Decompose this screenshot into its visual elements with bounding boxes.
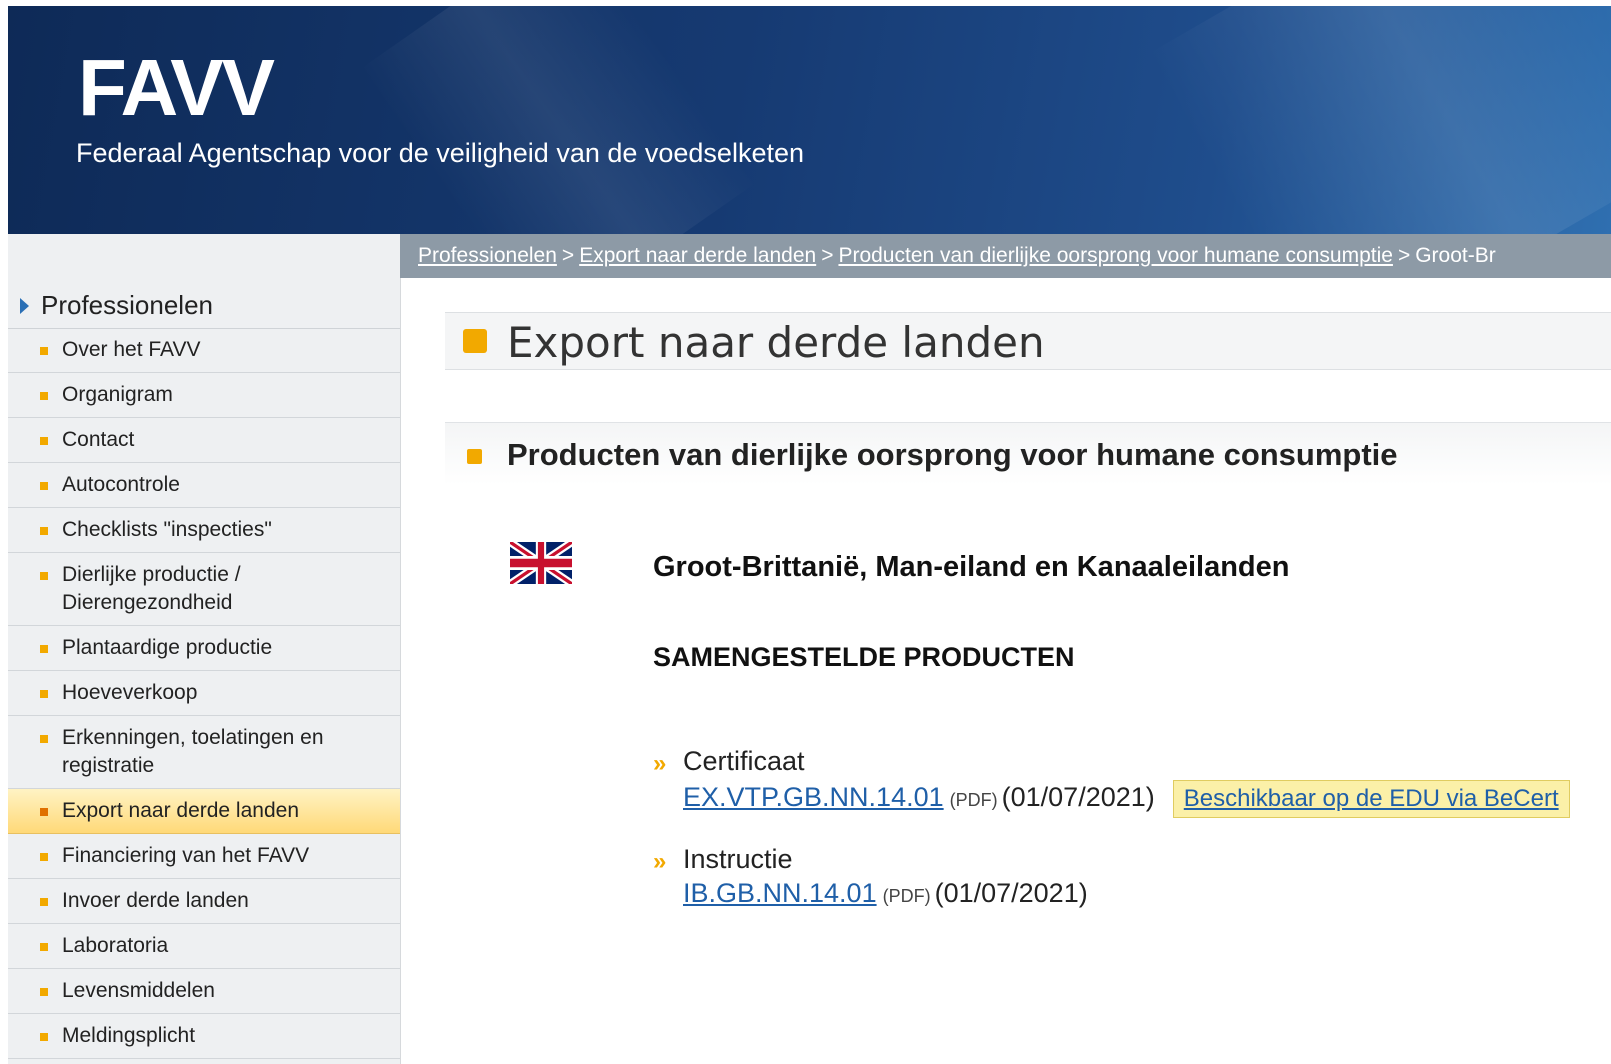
header-decoration bbox=[359, 6, 757, 234]
document-details: IB.GB.NN.14.01 (PDF) (01/07/2021) bbox=[683, 878, 1088, 909]
sidebar-item[interactable]: Erkenningen, toelatingen en registratie bbox=[8, 716, 400, 789]
square-bullet-icon bbox=[40, 1033, 48, 1041]
sidebar-item[interactable]: Over het FAVV bbox=[8, 328, 400, 373]
sidebar-heading[interactable]: Professionelen bbox=[8, 284, 400, 329]
page-title: Export naar derde landen bbox=[507, 318, 1045, 367]
sidebar: Professionelen Over het FAVV Organigram Co… bbox=[8, 234, 401, 1064]
square-bullet-icon bbox=[40, 347, 48, 355]
certificate-link[interactable]: EX.VTP.GB.NN.14.01 bbox=[683, 782, 944, 812]
page-title-bar: Export naar derde landen bbox=[445, 312, 1611, 370]
square-bullet-icon bbox=[40, 572, 48, 580]
square-bullet-icon bbox=[40, 943, 48, 951]
sidebar-item[interactable]: Contact bbox=[8, 418, 400, 463]
sidebar-item-label: Dierlijke productie / Dierengezondheid bbox=[62, 563, 241, 614]
country-heading: Groot-Brittanië, Man-eiland en Kanaaleil… bbox=[653, 551, 1290, 583]
breadcrumb-separator: > bbox=[821, 244, 834, 267]
sidebar-item[interactable]: Autocontrole bbox=[8, 463, 400, 508]
sidebar-item[interactable]: Hoeveverkoop bbox=[8, 671, 400, 716]
breadcrumb-link-professionelen[interactable]: Professionelen bbox=[418, 244, 557, 267]
breadcrumb-separator: > bbox=[561, 244, 575, 267]
square-bullet-icon bbox=[40, 690, 48, 698]
square-bullet-icon bbox=[40, 735, 48, 743]
double-chevron-icon: » bbox=[653, 848, 667, 875]
header-decoration bbox=[1146, 6, 1611, 234]
document-format: (PDF) bbox=[882, 886, 931, 906]
sidebar-item-label: Invoer derde landen bbox=[62, 889, 249, 912]
sidebar-item[interactable]: Meldingsplicht bbox=[8, 1014, 400, 1059]
breadcrumb-link-export[interactable]: Export naar derde landen bbox=[579, 244, 816, 267]
sidebar-item[interactable]: Export naar derde landen bbox=[8, 789, 400, 834]
sidebar-heading-label: Professionelen bbox=[41, 290, 213, 320]
breadcrumb-link-producten[interactable]: Producten van dierlijke oorsprong voor h… bbox=[838, 244, 1392, 267]
square-bullet-icon bbox=[467, 449, 482, 464]
document-date: (01/07/2021) bbox=[934, 878, 1088, 908]
sidebar-item[interactable]: Plantaardige productie bbox=[8, 626, 400, 671]
sidebar-item-label: Contact bbox=[62, 428, 135, 451]
square-bullet-icon bbox=[463, 329, 487, 353]
sidebar-item-label: Checklists "inspecties" bbox=[62, 518, 272, 541]
site-logo[interactable]: FAVV bbox=[78, 48, 275, 128]
square-bullet-icon bbox=[40, 853, 48, 861]
sidebar-item[interactable]: Invoer derde landen bbox=[8, 879, 400, 924]
square-bullet-icon bbox=[40, 988, 48, 996]
sidebar-item[interactable]: Organigram bbox=[8, 373, 400, 418]
document-type: Certificaat bbox=[683, 746, 805, 776]
triangle-right-icon bbox=[20, 298, 29, 314]
sidebar-menu: Over het FAVV Organigram Contact Autocontro… bbox=[8, 328, 400, 1059]
sidebar-item-label: Levensmiddelen bbox=[62, 979, 215, 1002]
sidebar-item-label: Plantaardige productie bbox=[62, 636, 273, 659]
sidebar-item-label: Laboratoria bbox=[62, 934, 169, 957]
square-bullet-icon bbox=[40, 645, 48, 653]
sidebar-item[interactable]: Financiering van het FAVV bbox=[8, 834, 400, 879]
instruction-link[interactable]: IB.GB.NN.14.01 bbox=[683, 878, 877, 908]
section-title: Producten van dierlijke oorsprong voor h… bbox=[507, 437, 1398, 472]
sidebar-item-label: Hoeveverkoop bbox=[62, 681, 198, 704]
sidebar-item-label: Erkenningen, toelatingen en registratie bbox=[62, 726, 324, 777]
document-type: Instructie bbox=[683, 844, 793, 874]
document-format: (PDF) bbox=[949, 790, 998, 811]
sidebar-item-label: Over het FAVV bbox=[62, 338, 201, 361]
sidebar-item-label: Meldingsplicht bbox=[62, 1024, 196, 1047]
document-date: (01/07/2021) bbox=[1001, 782, 1155, 813]
square-bullet-icon bbox=[40, 808, 48, 816]
site-header: FAVV Federaal Agentschap voor de veiligh… bbox=[8, 6, 1611, 234]
double-chevron-icon: » bbox=[653, 750, 667, 777]
uk-flag-icon bbox=[510, 542, 572, 584]
sidebar-item-label: Export naar derde landen bbox=[62, 799, 299, 822]
section-title-bar: Producten van dierlijke oorsprong voor h… bbox=[445, 422, 1611, 485]
sidebar-item[interactable]: Levensmiddelen bbox=[8, 969, 400, 1014]
becert-link[interactable]: Beschikbaar op de EDU via BeCert bbox=[1184, 785, 1559, 812]
becert-notice: Beschikbaar op de EDU via BeCert bbox=[1172, 780, 1570, 818]
breadcrumb-current: Groot-Br bbox=[1415, 244, 1496, 267]
sidebar-item-label: Financiering van het FAVV bbox=[62, 844, 310, 867]
product-category-heading: SAMENGESTELDE PRODUCTEN bbox=[653, 642, 1075, 672]
sidebar-item[interactable]: Checklists "inspecties" bbox=[8, 508, 400, 553]
sidebar-item[interactable]: Dierlijke productie / Dierengezondheid bbox=[8, 553, 400, 626]
square-bullet-icon bbox=[40, 482, 48, 490]
page: FAVV Federaal Agentschap voor de veiligh… bbox=[8, 6, 1611, 1064]
breadcrumb: Professionelen > Export naar derde landen >… bbox=[400, 234, 1611, 278]
sidebar-item-label: Autocontrole bbox=[62, 473, 180, 496]
site-subtitle: Federaal Agentschap voor de veiligheid v… bbox=[76, 138, 804, 168]
sidebar-item-label: Organigram bbox=[62, 383, 173, 406]
square-bullet-icon bbox=[40, 898, 48, 906]
square-bullet-icon bbox=[40, 392, 48, 400]
breadcrumb-separator: > bbox=[1397, 244, 1411, 267]
square-bullet-icon bbox=[40, 437, 48, 445]
document-details: EX.VTP.GB.NN.14.01 (PDF) (01/07/2021) Besch… bbox=[683, 780, 1570, 818]
sidebar-item[interactable]: Laboratoria bbox=[8, 924, 400, 969]
square-bullet-icon bbox=[40, 527, 48, 535]
